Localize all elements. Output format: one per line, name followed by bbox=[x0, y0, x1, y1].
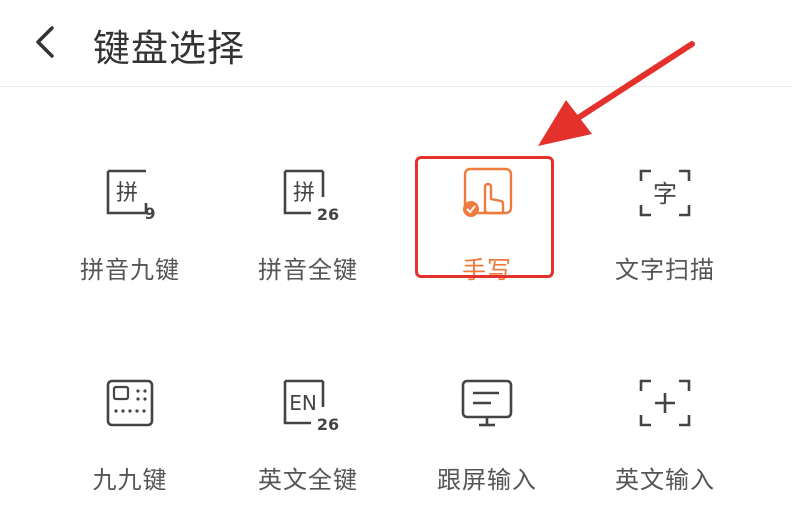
annotation-arrow-icon bbox=[538, 41, 695, 146]
keyboard-label: 九九键 bbox=[92, 466, 168, 494]
keyboard-label: 英文全键 bbox=[258, 466, 358, 494]
keyboard-label: 跟屏输入 bbox=[437, 466, 537, 494]
keyboard-label: 英文输入 bbox=[615, 466, 715, 494]
